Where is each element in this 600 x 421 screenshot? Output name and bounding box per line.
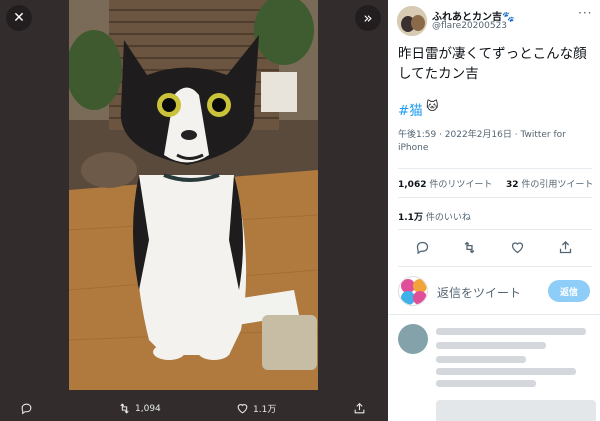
divider — [388, 314, 600, 315]
current-user-avatar — [398, 276, 428, 306]
cat-photo-image — [69, 0, 318, 390]
reply-icon — [21, 403, 32, 415]
likes-stat[interactable]: 1.1万 件のいいね — [398, 210, 471, 223]
hashtag-link[interactable]: #猫 — [398, 99, 423, 119]
reply-input[interactable]: 返信をツイート — [437, 284, 521, 301]
quotes-label: 件の引用ツイート — [518, 180, 594, 190]
media-like-count: 1.1万 — [253, 405, 277, 415]
chevrons-right-icon: » — [363, 9, 373, 27]
divider — [398, 229, 592, 230]
media-reply-button[interactable] — [20, 402, 33, 415]
retweet-icon[interactable] — [462, 240, 477, 255]
heart-icon[interactable] — [510, 240, 525, 255]
expand-panel-button[interactable]: » — [355, 5, 381, 31]
close-icon: ✕ — [13, 10, 25, 26]
quotes-stat[interactable]: 32 件の引用ツイート — [506, 177, 593, 190]
share-icon — [354, 402, 365, 414]
blurred-line — [436, 328, 586, 335]
media-viewer: ✕ » 1,094 1.1万 — [0, 0, 388, 421]
media-action-bar: 1,094 1.1万 — [0, 396, 388, 421]
media-retweet-count: 1,094 — [135, 403, 161, 414]
retweets-stat[interactable]: 1,062 件のリツイート — [398, 177, 492, 190]
share-icon[interactable] — [558, 240, 573, 255]
blurred-line — [436, 342, 546, 349]
tweet-timestamp[interactable]: 午後1:59 · 2022年2月16日 · Twitter for iPhone — [398, 129, 594, 155]
retweets-label: 件のリツイート — [426, 180, 493, 190]
retweets-count: 1,062 — [398, 180, 427, 190]
avatar-image — [397, 6, 427, 36]
likes-count: 1.1万 — [398, 213, 423, 223]
divider — [398, 197, 592, 198]
author-handle[interactable]: @flare20200523 — [432, 21, 507, 31]
tweet-text: 昨日雷が凄くてずっとこんな顔してたカン吉 — [398, 46, 587, 82]
reply-avatar-icon — [398, 324, 428, 354]
blurred-line — [436, 368, 576, 375]
reply-button[interactable]: 返信 — [548, 280, 590, 302]
media-retweet-button[interactable]: 1,094 — [118, 402, 161, 415]
close-button[interactable]: ✕ — [6, 5, 32, 31]
blurred-line — [436, 380, 536, 387]
divider — [398, 266, 592, 267]
heart-icon — [237, 404, 248, 414]
tweet-action-bar — [388, 240, 600, 256]
reply-icon[interactable] — [415, 240, 430, 255]
media-like-button[interactable]: 1.1万 — [236, 402, 276, 415]
author-avatar[interactable] — [397, 6, 427, 36]
reply-thread-blurred — [388, 316, 600, 421]
more-options-button[interactable]: ··· — [578, 6, 592, 20]
blurred-line — [436, 356, 526, 363]
media-share-button[interactable] — [353, 402, 366, 415]
current-user-avatar-image — [401, 279, 427, 305]
cat-photo[interactable] — [69, 0, 318, 390]
blurred-media — [436, 400, 596, 421]
tweet-panel: ふれあとカン吉🐾 @flare20200523 ··· 昨日雷が凄くてずっとこん… — [388, 0, 600, 421]
divider — [398, 168, 592, 169]
quotes-count: 32 — [506, 180, 519, 190]
likes-label: 件のいいね — [422, 213, 471, 223]
retweet-icon — [120, 403, 129, 414]
cat-emoji: 🐱 — [426, 99, 439, 113]
